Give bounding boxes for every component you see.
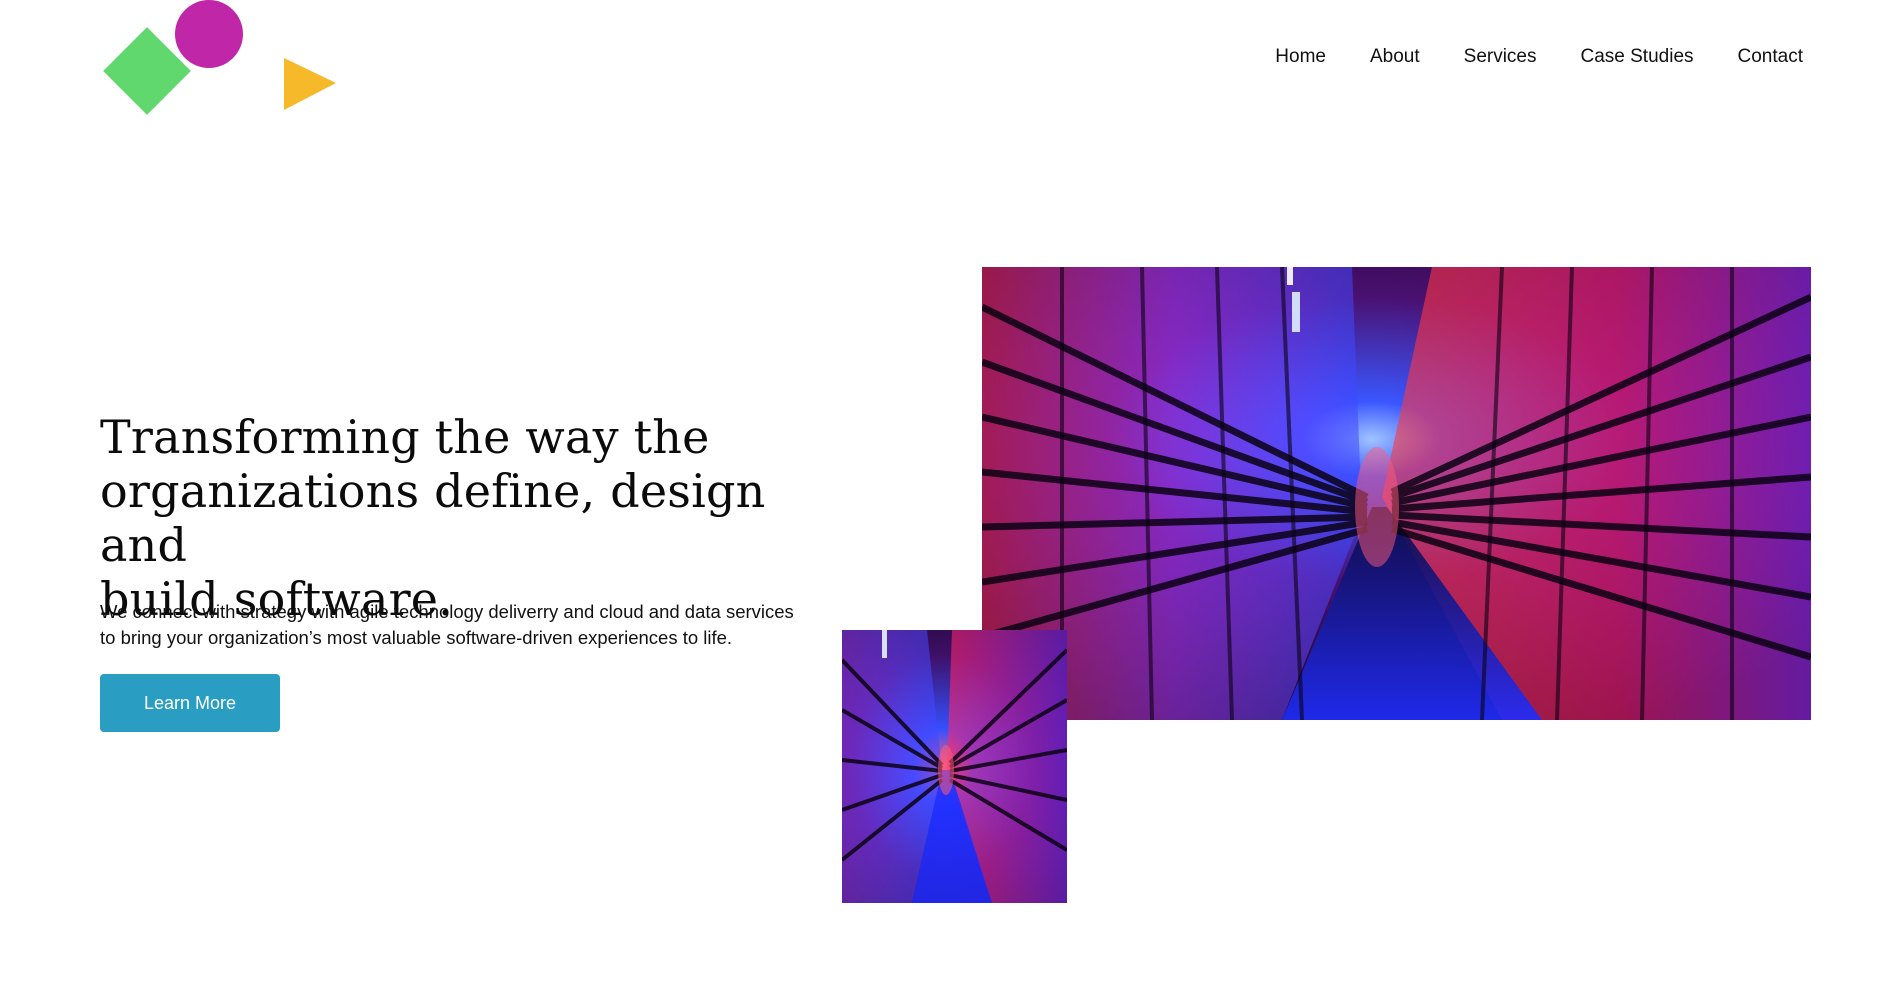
- server-corridor-graphic: [982, 267, 1811, 720]
- hero-heading-line: organizations define, design and: [100, 464, 766, 572]
- logo-triangle-shape: [284, 58, 336, 110]
- server-corridor-image-small: [842, 630, 1067, 903]
- server-corridor-image-large: [982, 267, 1811, 720]
- learn-more-button[interactable]: Learn More: [100, 674, 280, 732]
- nav-item-contact[interactable]: Contact: [1738, 44, 1803, 70]
- logo[interactable]: [95, 0, 340, 125]
- hero-subtext: We connect with strategy with agile tech…: [100, 599, 840, 651]
- nav-item-home[interactable]: Home: [1275, 44, 1326, 70]
- nav-item-services[interactable]: Services: [1464, 44, 1537, 70]
- hero-subtext-line: We connect with strategy with agile tech…: [100, 601, 794, 622]
- main-nav: Home About Services Case Studies Contact: [1275, 44, 1803, 70]
- nav-item-about[interactable]: About: [1370, 44, 1420, 70]
- logo-shapes-icon: [103, 0, 336, 115]
- logo-circle-shape: [175, 0, 243, 68]
- hero-heading-line: Transforming the way the: [100, 410, 710, 464]
- server-corridor-graphic: [842, 630, 1067, 903]
- hero-heading: Transforming the way the organizations d…: [100, 410, 840, 626]
- nav-item-case-studies[interactable]: Case Studies: [1581, 44, 1694, 70]
- hero-subtext-line: to bring your organization’s most valuab…: [100, 627, 733, 648]
